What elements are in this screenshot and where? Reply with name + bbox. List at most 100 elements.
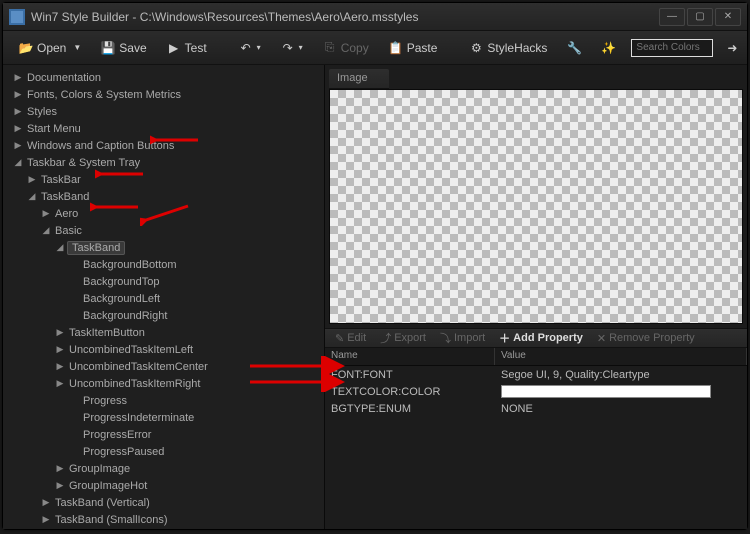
expanded-icon[interactable]: ◢ [55,242,65,253]
collapsed-icon[interactable]: ▶ [13,140,23,151]
tree-item[interactable]: BackgroundBottom [13,256,324,273]
import-button[interactable]: ⤵Import [434,328,491,348]
tree-item[interactable]: ▶UncombinedTaskItemCenter [13,358,324,375]
search-input[interactable] [631,39,713,57]
save-button[interactable]: 💾Save [93,37,154,59]
app-icon [9,9,25,25]
tree-item[interactable]: ▶GroupImage [13,460,324,477]
close-button[interactable]: ✕ [715,8,741,26]
tree-pane[interactable]: ▶Documentation▶Fonts, Colors & System Me… [3,65,325,529]
expanded-icon[interactable]: ◢ [13,157,23,168]
collapsed-icon[interactable]: ▶ [55,327,65,338]
tree-item[interactable]: ◢TaskBand [13,239,324,256]
paste-button[interactable]: 📋Paste [381,37,446,59]
tree-item[interactable]: ▶UncombinedTaskItemLeft [13,341,324,358]
save-label: Save [119,41,146,55]
export-icon: ⤴ [380,330,391,346]
property-rows: FONT:FONTSegoe UI, 9, Quality:CleartypeT… [325,366,747,529]
tree-item[interactable]: ▶TaskBar [13,171,324,188]
export-button[interactable]: ⤴Export [374,328,432,348]
arrow-right-icon: ➜ [725,41,739,55]
collapsed-icon[interactable]: ▶ [55,361,65,372]
property-value[interactable]: NONE [495,403,747,415]
app-window: Win7 Style Builder - C:\Windows\Resource… [2,2,748,530]
tree-item[interactable]: ProgressPaused [13,443,324,460]
tree-item[interactable]: ▶GroupImageHot [13,477,324,494]
tree-item[interactable]: ▶TaskBand (Vertical) [13,494,324,511]
tree-item-label: GroupImage [67,463,132,475]
collapsed-icon[interactable]: ▶ [13,106,23,117]
titlebar: Win7 Style Builder - C:\Windows\Resource… [3,3,747,31]
settings-button[interactable]: 🔧 [559,37,589,59]
collapsed-icon[interactable]: ▶ [41,208,51,219]
tree-item[interactable]: ▶TaskBand (SmallIconsVertical) [13,528,324,529]
tree-item[interactable]: ▶Fonts, Colors & System Metrics [13,86,324,103]
property-row[interactable]: BGTYPE:ENUMNONE [325,400,747,417]
tree-item[interactable]: ◢Basic [13,222,324,239]
tree-item[interactable]: ▶TaskItemButton [13,324,324,341]
tree-item-label: ProgressPaused [81,446,166,458]
redo-button[interactable]: ↷▾ [273,37,311,59]
wand-button[interactable]: ✨ [593,37,623,59]
edit-button[interactable]: ✎Edit [329,330,372,347]
tree-item[interactable]: ▶Documentation [13,69,324,86]
collapsed-icon[interactable]: ▶ [55,378,65,389]
stylehacks-button[interactable]: ⚙StyleHacks [461,37,555,59]
property-row[interactable]: TEXTCOLOR:COLOR [325,383,747,400]
remove-property-button[interactable]: ✕Remove Property [591,330,701,347]
collapsed-icon[interactable]: ▶ [13,123,23,134]
collapsed-icon[interactable]: ▶ [55,480,65,491]
test-button[interactable]: ▶Test [159,37,215,59]
tree-item[interactable]: ▶Aero [13,205,324,222]
expanded-icon[interactable]: ◢ [27,191,37,202]
col-value[interactable]: Value [495,348,747,365]
wand-icon: ✨ [601,41,615,55]
collapsed-icon[interactable]: ▶ [55,463,65,474]
search-next-button[interactable]: ➜ [717,37,747,59]
collapsed-icon[interactable]: ▶ [13,89,23,100]
color-swatch[interactable] [501,385,711,398]
property-value[interactable] [495,385,747,398]
image-preview[interactable] [329,89,743,324]
minimize-button[interactable]: — [659,8,685,26]
tree-item[interactable]: BackgroundLeft [13,290,324,307]
undo-button[interactable]: ↶▾ [231,37,269,59]
tree-item[interactable]: ▶Styles [13,103,324,120]
property-name: FONT:FONT [325,369,495,381]
tree-item-label: TaskBand [67,241,125,255]
tree-item[interactable]: ◢Taskbar & System Tray [13,154,324,171]
tree-item[interactable]: ▶TaskBand (SmallIcons) [13,511,324,528]
tree-item[interactable]: BackgroundRight [13,307,324,324]
col-name[interactable]: Name [325,348,495,365]
property-value[interactable]: Segoe UI, 9, Quality:Cleartype [495,369,747,381]
tree-item[interactable]: Progress [13,392,324,409]
collapsed-icon[interactable]: ▶ [13,72,23,83]
chevron-down-icon: ▼ [73,43,81,52]
tree-item[interactable]: ▶Windows and Caption Buttons [13,137,324,154]
tree-item-label: ProgressError [81,429,153,441]
open-button[interactable]: 📂Open▼ [11,37,89,59]
property-row[interactable]: FONT:FONTSegoe UI, 9, Quality:Cleartype [325,366,747,383]
collapsed-icon[interactable]: ▶ [41,497,51,508]
minus-icon: ✕ [597,332,606,345]
add-property-button[interactable]: ＋Add Property [493,328,589,348]
tree-item[interactable]: ▶Start Menu [13,120,324,137]
collapsed-icon[interactable]: ▶ [27,174,37,185]
maximize-button[interactable]: ▢ [687,8,713,26]
tree-item[interactable]: ◢TaskBand [13,188,324,205]
expanded-icon[interactable]: ◢ [41,225,51,236]
tree-item-label: TaskBand [39,191,91,203]
tree-item[interactable]: BackgroundTop [13,273,324,290]
collapsed-icon[interactable]: ▶ [41,514,51,525]
tree-item[interactable]: ProgressIndeterminate [13,409,324,426]
tree-item[interactable]: ProgressError [13,426,324,443]
property-name: TEXTCOLOR:COLOR [325,386,495,398]
copy-button[interactable]: ⎘Copy [315,37,377,59]
toolbar: 📂Open▼ 💾Save ▶Test ↶▾ ↷▾ ⎘Copy 📋Paste ⚙S… [3,31,747,65]
pencil-icon: ✎ [335,332,344,345]
tree-item[interactable]: ▶UncombinedTaskItemRight [13,375,324,392]
tree-item-label: UncombinedTaskItemRight [67,378,202,390]
collapsed-icon[interactable]: ▶ [55,344,65,355]
tree-item-label: BackgroundRight [81,310,169,322]
tree-item-label: GroupImageHot [67,480,149,492]
